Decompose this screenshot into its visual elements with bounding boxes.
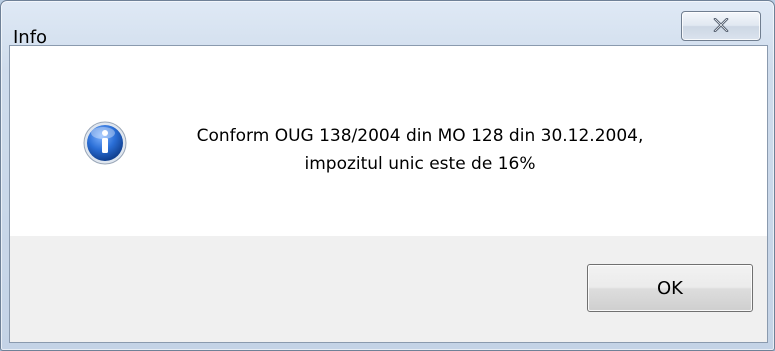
message-area: Conform OUG 138/2004 din MO 128 din 30.1… [10,46,767,236]
button-footer: OK [10,236,767,342]
message-line-1: Conform OUG 138/2004 din MO 128 din 30.1… [196,126,644,146]
dialog-client-area: Conform OUG 138/2004 din MO 128 din 30.1… [9,45,768,343]
title-bar[interactable]: Info [1,1,774,48]
message-line-2: impozitul unic este de 16% [304,154,536,174]
ok-button[interactable]: OK [587,264,753,312]
close-x-icon [713,17,729,36]
info-dialog: Info Conform OUG 138/2004 din MO 128 din… [0,0,775,351]
message-text: Conform OUG 138/2004 din MO 128 din 30.1… [140,122,700,178]
close-button[interactable] [681,11,761,41]
info-icon [82,120,128,166]
